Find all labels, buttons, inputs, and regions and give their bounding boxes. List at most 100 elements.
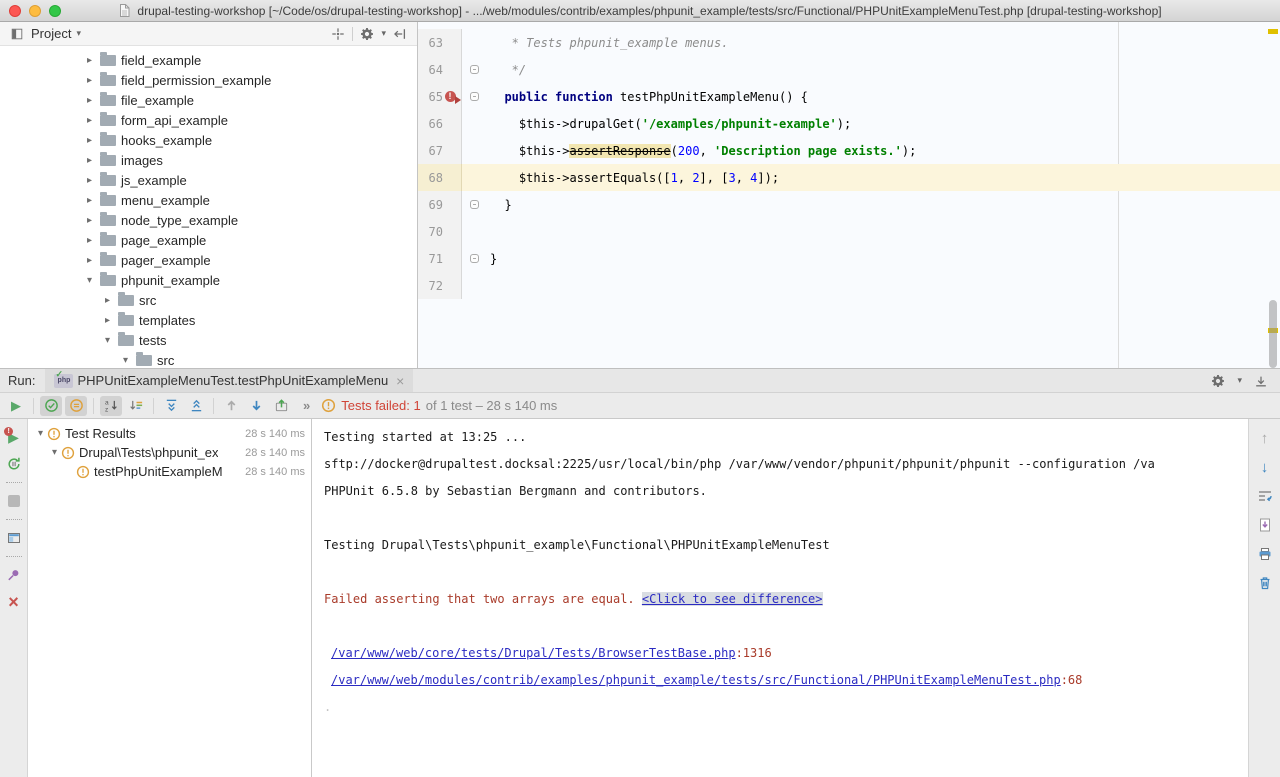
- line-number[interactable]: 63: [418, 36, 443, 50]
- chevron-down-icon[interactable]: ▾: [381, 28, 386, 39]
- toggle-auto-test-button[interactable]: [5, 455, 23, 473]
- tree-item[interactable]: ▸images: [0, 150, 417, 170]
- show-ignored-toggle[interactable]: [65, 396, 87, 416]
- fold-icon[interactable]: [470, 200, 479, 209]
- chevron-down-icon[interactable]: ▾: [102, 335, 113, 346]
- code-editor[interactable]: 63 * Tests phpunit_example menus. 64 */ 65…: [418, 22, 1280, 368]
- tree-item[interactable]: ▸file_example: [0, 90, 417, 110]
- gear-icon[interactable]: [358, 25, 376, 43]
- line-number[interactable]: 69: [418, 198, 443, 212]
- tree-item[interactable]: ▸form_api_example: [0, 110, 417, 130]
- fold-icon[interactable]: [470, 92, 479, 101]
- code-line[interactable]: $this->drupalGet('/examples/phpunit-exam…: [490, 117, 1280, 131]
- gear-icon[interactable]: [1209, 372, 1227, 390]
- stop-button[interactable]: [5, 492, 23, 510]
- tree-item[interactable]: ▾tests: [0, 330, 417, 350]
- chevron-down-icon[interactable]: ▾: [120, 355, 131, 366]
- zoom-window-button[interactable]: [49, 5, 61, 17]
- fold-icon[interactable]: [470, 65, 479, 74]
- close-window-button[interactable]: [9, 5, 21, 17]
- locate-icon[interactable]: [329, 25, 347, 43]
- tree-item[interactable]: ▸src: [0, 290, 417, 310]
- clear-all-button[interactable]: [1256, 574, 1274, 592]
- chevron-right-icon[interactable]: ▸: [84, 235, 95, 246]
- chevron-right-icon[interactable]: ▸: [102, 315, 113, 326]
- test-tree-row[interactable]: testPhpUnitExampleM28 s 140 ms: [28, 462, 311, 481]
- chevron-down-icon[interactable]: ▾: [48, 447, 61, 458]
- code-line[interactable]: $this->assertResponse(200, 'Description …: [490, 144, 1280, 158]
- line-number[interactable]: 66: [418, 117, 443, 131]
- error-stripe-mark[interactable]: [1268, 29, 1278, 34]
- rerun-failed-tests-button[interactable]: ▶!: [5, 428, 23, 446]
- scrollbar-thumb[interactable]: [1269, 300, 1277, 368]
- fold-icon[interactable]: [470, 254, 479, 263]
- test-tree-row[interactable]: ▾Test Results28 s 140 ms: [28, 424, 311, 443]
- expand-all-button[interactable]: [160, 396, 182, 416]
- chevron-down-icon[interactable]: ▾: [84, 275, 95, 286]
- sort-alphabetically-button[interactable]: az: [100, 396, 122, 416]
- hide-panel-icon[interactable]: [391, 25, 409, 43]
- code-line[interactable]: * Tests phpunit_example menus.: [490, 36, 1280, 50]
- chevron-right-icon[interactable]: ▸: [102, 295, 113, 306]
- tree-item[interactable]: ▾src: [0, 350, 417, 368]
- tree-item[interactable]: ▸node_type_example: [0, 210, 417, 230]
- chevron-right-icon[interactable]: ▸: [84, 75, 95, 86]
- rerun-failed-test-icon[interactable]: !: [445, 90, 459, 103]
- test-console[interactable]: Testing started at 13:25 ...sftp://docke…: [312, 419, 1248, 777]
- tree-item[interactable]: ▸js_example: [0, 170, 417, 190]
- line-number[interactable]: 64: [418, 63, 443, 77]
- line-number[interactable]: 68: [418, 171, 443, 185]
- import-test-results-button[interactable]: [270, 396, 292, 416]
- chevron-right-icon[interactable]: ▸: [84, 95, 95, 106]
- rerun-button[interactable]: ▶: [5, 396, 27, 416]
- tree-item[interactable]: ▸field_example: [0, 50, 417, 70]
- chevron-down-icon[interactable]: ▾: [34, 428, 47, 439]
- test-tree-row[interactable]: ▾Drupal\Tests\phpunit_ex28 s 140 ms: [28, 443, 311, 462]
- project-panel-title[interactable]: Project: [31, 26, 71, 41]
- tree-item[interactable]: ▸hooks_example: [0, 130, 417, 150]
- chevron-right-icon[interactable]: ▸: [84, 115, 95, 126]
- down-the-stack-trace-button[interactable]: ↓: [1256, 458, 1274, 476]
- diff-link[interactable]: <Click to see difference>: [642, 592, 823, 606]
- minimize-window-button[interactable]: [29, 5, 41, 17]
- scroll-to-end-button[interactable]: [1256, 516, 1274, 534]
- chevron-right-icon[interactable]: ▸: [84, 55, 95, 66]
- code-line[interactable]: }: [490, 252, 1280, 266]
- code-line[interactable]: */: [490, 63, 1280, 77]
- sort-by-duration-button[interactable]: [125, 396, 147, 416]
- tree-item[interactable]: ▸field_permission_example: [0, 70, 417, 90]
- tree-item[interactable]: ▸templates: [0, 310, 417, 330]
- collapse-all-button[interactable]: [185, 396, 207, 416]
- chevron-right-icon[interactable]: ▸: [84, 195, 95, 206]
- tree-item[interactable]: ▾phpunit_example: [0, 270, 417, 290]
- editor-scrollbar[interactable]: [1266, 22, 1280, 368]
- line-number[interactable]: 65: [418, 90, 443, 104]
- chevron-right-icon[interactable]: ▸: [84, 175, 95, 186]
- line-number[interactable]: 70: [418, 225, 443, 239]
- line-number[interactable]: 72: [418, 279, 443, 293]
- up-the-stack-trace-button[interactable]: ↑: [1256, 429, 1274, 447]
- code-line[interactable]: $this->assertEquals([1, 2], [3, 4]);: [490, 171, 1280, 185]
- file-link[interactable]: /var/www/web/modules/contrib/examples/ph…: [331, 673, 1061, 687]
- tree-item[interactable]: ▸menu_example: [0, 190, 417, 210]
- close-icon[interactable]: ×: [394, 374, 404, 388]
- tree-item[interactable]: ▸page_example: [0, 230, 417, 250]
- show-passed-toggle[interactable]: [40, 396, 62, 416]
- chevron-down-icon[interactable]: ▾: [76, 28, 81, 39]
- code-line[interactable]: }: [490, 198, 1280, 212]
- hide-panel-icon[interactable]: [1252, 372, 1270, 390]
- run-tab[interactable]: php ✓ PHPUnitExampleMenuTest.testPhpUnit…: [45, 369, 413, 392]
- code-line[interactable]: public function testPhpUnitExampleMenu()…: [490, 90, 1280, 104]
- previous-occurrence-button[interactable]: [220, 396, 242, 416]
- chevron-right-icon[interactable]: ▸: [84, 255, 95, 266]
- tree-item[interactable]: ▸pager_example: [0, 250, 417, 270]
- chevron-down-icon[interactable]: ▾: [1237, 375, 1242, 386]
- close-panel-button[interactable]: ×: [5, 593, 23, 611]
- chevron-right-icon[interactable]: ▸: [84, 155, 95, 166]
- more-actions-chevrons[interactable]: »: [303, 398, 310, 413]
- chevron-right-icon[interactable]: ▸: [84, 215, 95, 226]
- restore-layout-button[interactable]: [5, 529, 23, 547]
- line-number[interactable]: 71: [418, 252, 443, 266]
- file-link[interactable]: /var/www/web/core/tests/Drupal/Tests/Bro…: [331, 646, 736, 660]
- next-occurrence-button[interactable]: [245, 396, 267, 416]
